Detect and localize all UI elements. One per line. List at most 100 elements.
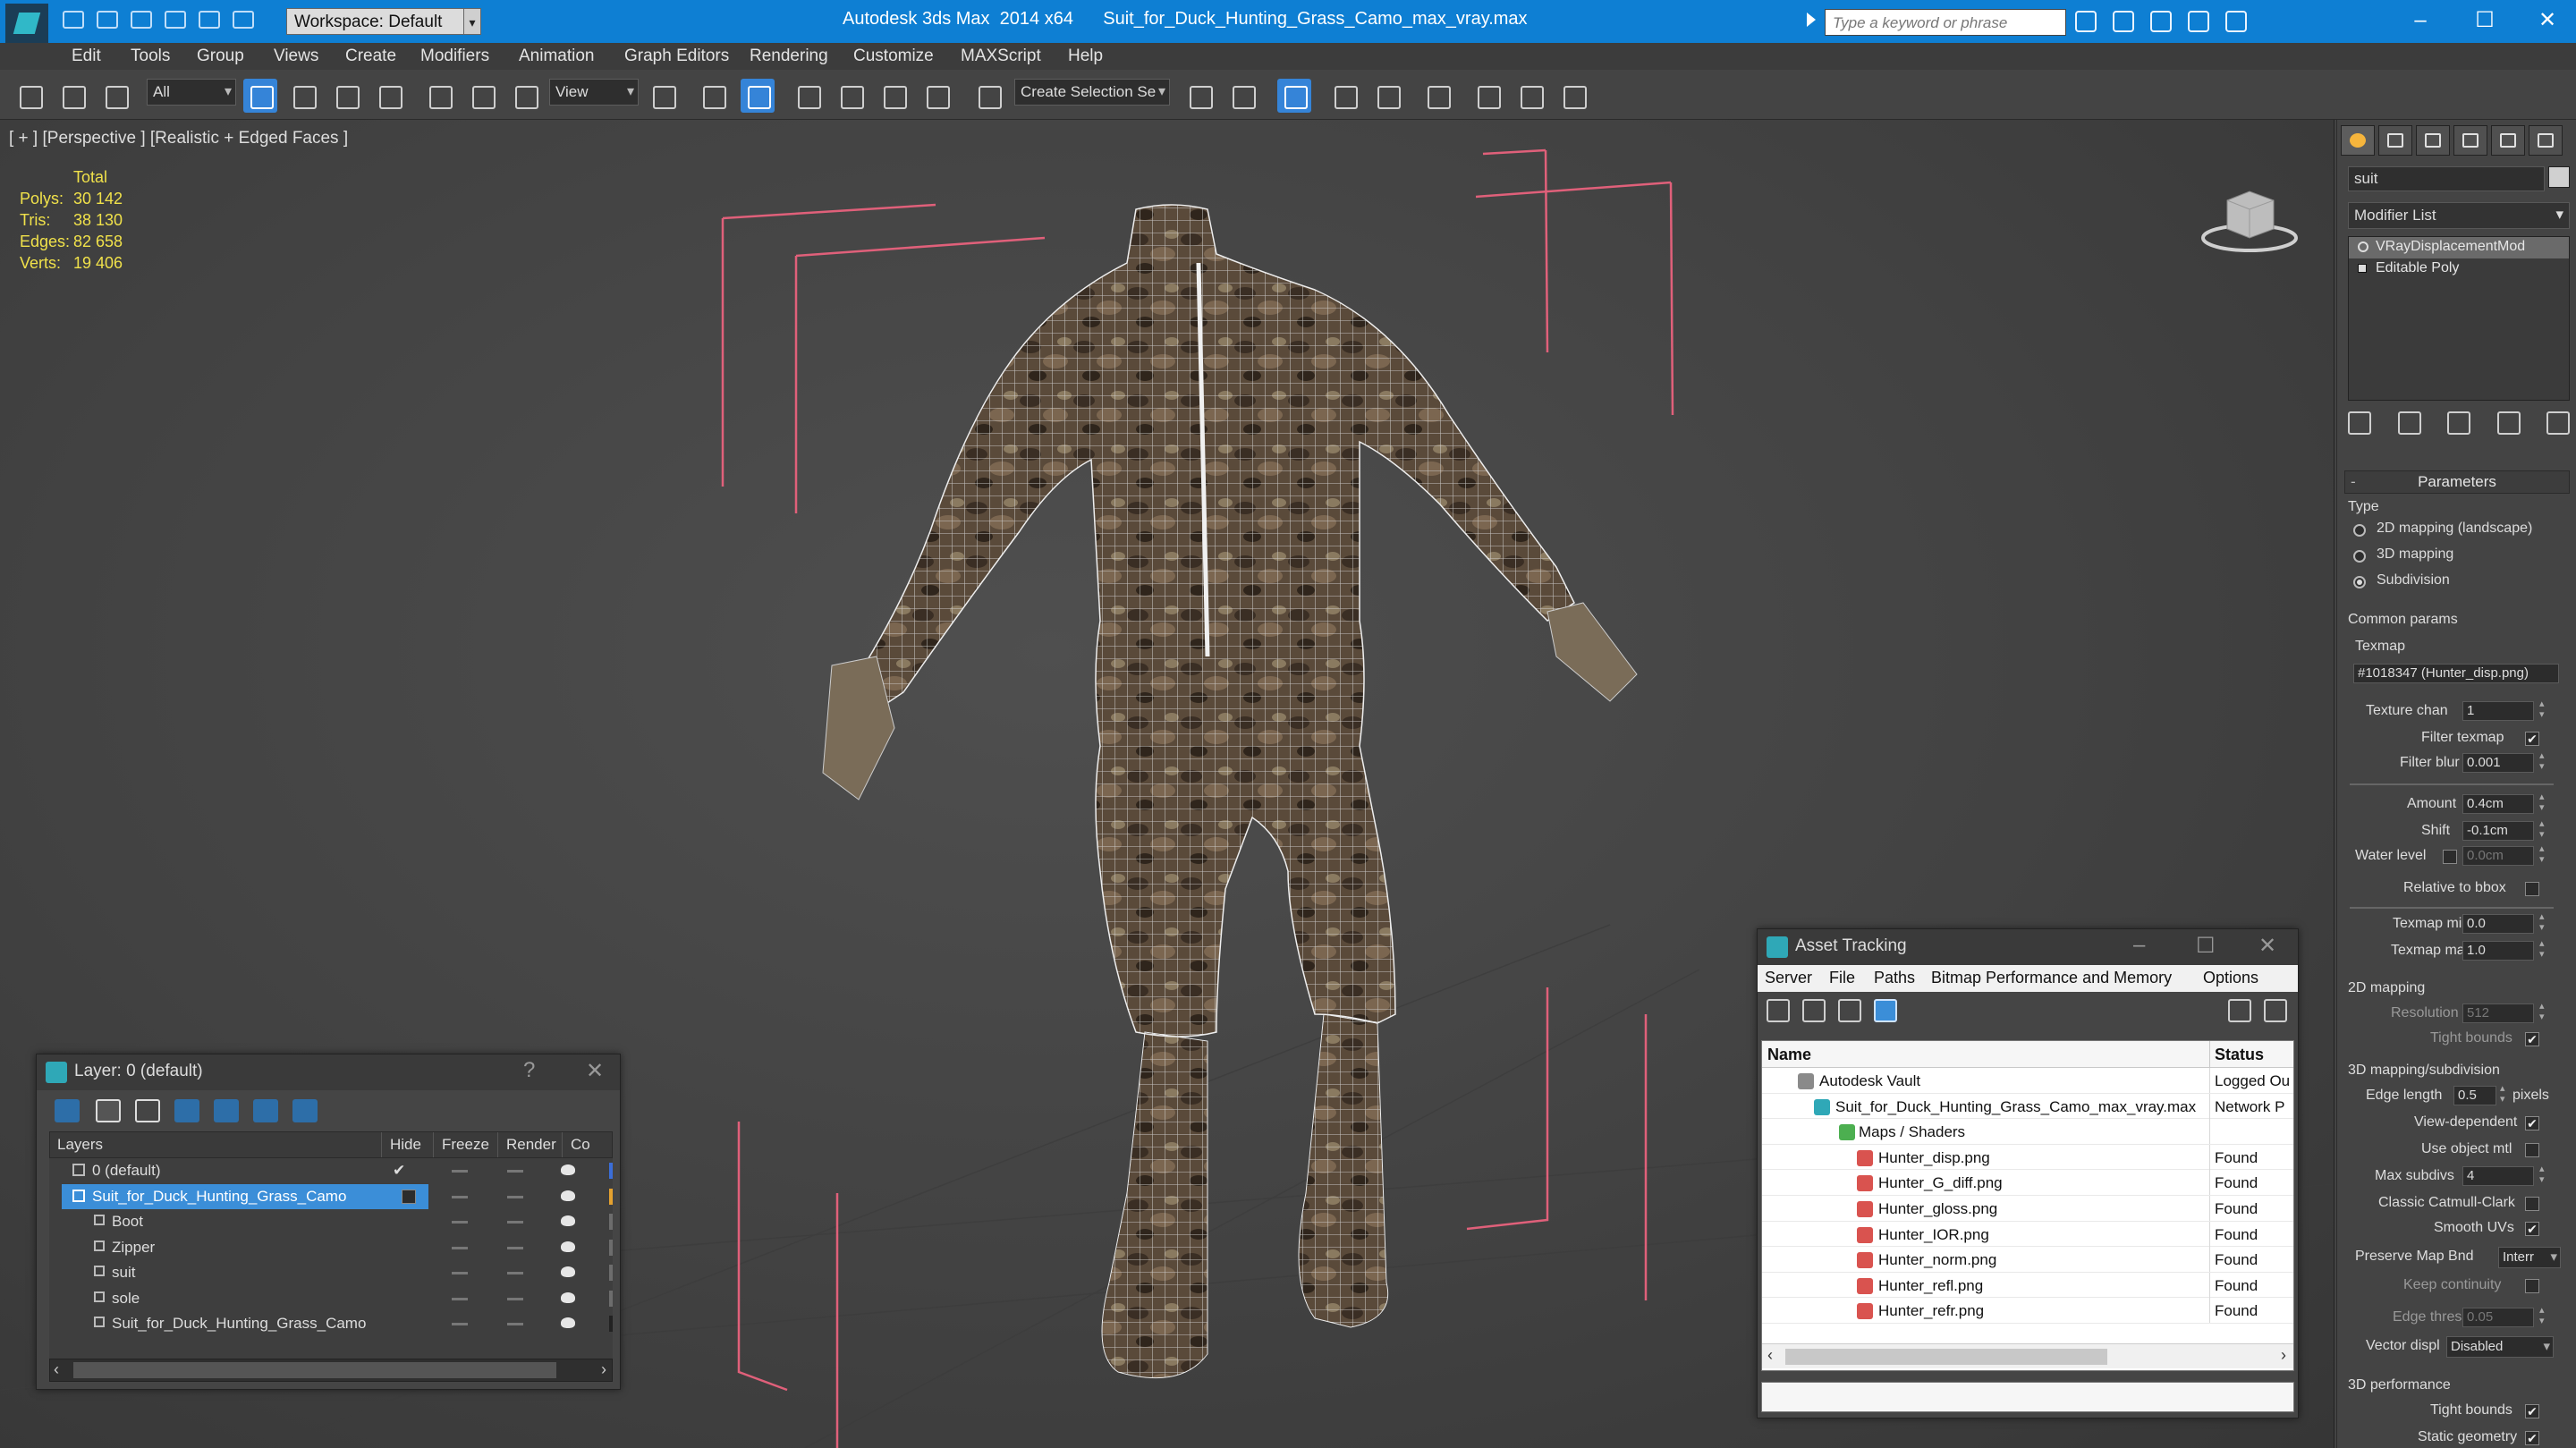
spinner-arrows-icon[interactable] bbox=[2539, 1000, 2548, 1023]
asset-row[interactable]: Hunter_refl.png Found bbox=[1762, 1272, 2293, 1299]
scrollbar-thumb[interactable] bbox=[73, 1362, 556, 1378]
link-icon[interactable] bbox=[13, 79, 47, 113]
rotate-icon[interactable] bbox=[465, 79, 499, 113]
water-level-spinner[interactable]: 0.0cm bbox=[2462, 846, 2534, 866]
render-teapot-icon[interactable] bbox=[561, 1266, 575, 1277]
spinner-snap-icon[interactable] bbox=[919, 79, 953, 113]
spinner-arrows-icon[interactable] bbox=[2539, 749, 2548, 773]
motion-tab-icon[interactable] bbox=[2453, 125, 2487, 156]
select-manipulate-icon[interactable] bbox=[696, 79, 730, 113]
make-unique-icon[interactable] bbox=[2447, 411, 2470, 435]
hide-toggle[interactable] bbox=[452, 1221, 468, 1224]
menu-graph-editors[interactable]: Graph Editors bbox=[624, 47, 729, 66]
subscription-icon[interactable] bbox=[2113, 11, 2134, 32]
spinner-arrows-icon[interactable] bbox=[2539, 1163, 2548, 1186]
show-end-result-icon[interactable] bbox=[2397, 411, 2421, 435]
resolution-spinner[interactable]: 512 bbox=[2462, 1003, 2534, 1023]
catmull-clark-checkbox[interactable] bbox=[2525, 1197, 2539, 1211]
angle-snap-icon[interactable] bbox=[834, 79, 868, 113]
asset-window-title-bar[interactable]: Asset Tracking – ☐ ✕ bbox=[1758, 929, 2298, 965]
tight-bounds-checkbox[interactable]: ✔ bbox=[2525, 1032, 2539, 1046]
menu-customize[interactable]: Customize bbox=[853, 47, 934, 66]
help-icon[interactable] bbox=[2228, 999, 2251, 1022]
help-icon[interactable]: ? bbox=[523, 1058, 535, 1083]
menu-tools[interactable]: Tools bbox=[131, 47, 170, 66]
spinner-arrows-icon[interactable] bbox=[2539, 910, 2548, 934]
scroll-right-icon[interactable]: › bbox=[601, 1360, 606, 1379]
texture-chan-spinner[interactable]: 1 bbox=[2462, 701, 2534, 721]
app-logo-icon[interactable] bbox=[5, 4, 48, 43]
infocenter-search-input[interactable]: Type a keyword or phrase bbox=[1825, 9, 2066, 36]
unlink-icon[interactable] bbox=[55, 79, 89, 113]
object-row[interactable]: sole bbox=[49, 1286, 613, 1312]
texmap-button[interactable]: #1018347 (Hunter_disp.png) bbox=[2353, 664, 2559, 683]
close-icon[interactable]: ✕ bbox=[2258, 933, 2276, 959]
spinner-arrows-icon[interactable] bbox=[2539, 817, 2548, 841]
stack-item-vray-displacement[interactable]: VRayDisplacementMod bbox=[2349, 237, 2569, 258]
hide-toggle[interactable] bbox=[452, 1323, 468, 1325]
asset-row[interactable]: Suit_for_Duck_Hunting_Grass_Camo_max_vra… bbox=[1762, 1093, 2293, 1120]
material-editor-icon[interactable] bbox=[1470, 79, 1504, 113]
menu-animation[interactable]: Animation bbox=[519, 47, 595, 66]
project-folder-icon[interactable] bbox=[233, 11, 254, 29]
object-name[interactable]: Boot bbox=[112, 1213, 143, 1231]
scrollbar-thumb[interactable] bbox=[1785, 1349, 2107, 1365]
object-color-swatch[interactable] bbox=[609, 1239, 613, 1256]
select-object-icon[interactable] bbox=[243, 79, 277, 113]
undo-icon[interactable] bbox=[165, 11, 186, 29]
scroll-right-icon[interactable]: › bbox=[2281, 1346, 2286, 1365]
modifier-list-dropdown[interactable]: Modifier List bbox=[2348, 202, 2570, 229]
bind-space-warp-icon[interactable] bbox=[98, 79, 132, 113]
spinner-arrows-icon[interactable] bbox=[2539, 843, 2548, 866]
spinner-arrows-icon[interactable] bbox=[2539, 1304, 2548, 1327]
redo-icon[interactable] bbox=[199, 11, 220, 29]
help-icon[interactable] bbox=[2225, 11, 2247, 32]
asset-row[interactable]: Autodesk Vault Logged Ou bbox=[1762, 1068, 2293, 1094]
scale-icon[interactable] bbox=[508, 79, 542, 113]
texmap-min-spinner[interactable]: 0.0 bbox=[2462, 914, 2534, 934]
refresh-icon[interactable] bbox=[1767, 999, 1790, 1022]
asset-row[interactable]: Hunter_disp.png Found bbox=[1762, 1144, 2293, 1171]
snaps-toggle-icon[interactable] bbox=[791, 79, 825, 113]
reference-coordinate-dropdown[interactable]: View bbox=[549, 79, 639, 106]
viewcube-icon[interactable] bbox=[2200, 174, 2299, 263]
menu-modifiers[interactable]: Modifiers bbox=[420, 47, 489, 66]
set-current-checkbox[interactable] bbox=[402, 1189, 416, 1204]
object-row[interactable]: Zipper bbox=[49, 1235, 613, 1261]
object-color-swatch[interactable] bbox=[2548, 166, 2570, 188]
binoculars-icon[interactable] bbox=[2075, 11, 2097, 32]
viewport-label[interactable]: [ + ] [Perspective ] [Realistic + Edged … bbox=[9, 129, 348, 148]
list-view-icon[interactable] bbox=[1802, 999, 1826, 1022]
hide-toggle[interactable] bbox=[452, 1297, 468, 1300]
chevron-down-icon[interactable]: ▾ bbox=[463, 8, 481, 35]
column-header-freeze[interactable]: Freeze bbox=[442, 1136, 489, 1154]
object-row[interactable]: suit bbox=[49, 1260, 613, 1286]
freeze-all-layers-icon[interactable] bbox=[292, 1099, 318, 1122]
minimize-icon[interactable]: – bbox=[2394, 5, 2447, 38]
render-teapot-icon[interactable] bbox=[1556, 79, 1590, 113]
remove-modifier-icon[interactable] bbox=[2496, 411, 2521, 435]
asset-menu-server[interactable]: Server bbox=[1765, 969, 1812, 987]
object-name[interactable]: Zipper bbox=[112, 1239, 155, 1257]
use-object-mtl-checkbox[interactable] bbox=[2525, 1143, 2539, 1157]
object-name[interactable]: sole bbox=[112, 1290, 140, 1308]
asset-row[interactable]: Maps / Shaders bbox=[1762, 1119, 2293, 1145]
layer-horizontal-scrollbar[interactable]: ‹ › bbox=[49, 1359, 613, 1382]
max-subdivs-spinner[interactable]: 4 bbox=[2462, 1166, 2534, 1186]
layer-color-swatch[interactable] bbox=[609, 1188, 613, 1205]
column-header-layers[interactable]: Layers bbox=[57, 1136, 103, 1154]
radio-2d-mapping[interactable] bbox=[2353, 524, 2366, 537]
schematic-view-icon[interactable] bbox=[1420, 79, 1454, 113]
freeze-toggle[interactable] bbox=[507, 1221, 523, 1224]
freeze-toggle[interactable] bbox=[507, 1195, 523, 1198]
menu-group[interactable]: Group bbox=[197, 47, 244, 66]
view-dependent-checkbox[interactable]: ✔ bbox=[2525, 1116, 2539, 1130]
modify-tab-icon[interactable] bbox=[2378, 125, 2412, 156]
layer-row[interactable]: 0 (default) ✔ bbox=[49, 1158, 613, 1184]
tree-view-icon[interactable] bbox=[1838, 999, 1861, 1022]
selection-filter-dropdown[interactable]: All bbox=[147, 79, 236, 106]
asset-horizontal-scrollbar[interactable]: ‹ › bbox=[1762, 1343, 2293, 1368]
mirror-icon[interactable] bbox=[1182, 79, 1216, 113]
radio-subdivision[interactable] bbox=[2353, 576, 2366, 589]
delete-layer-icon[interactable] bbox=[96, 1099, 121, 1122]
